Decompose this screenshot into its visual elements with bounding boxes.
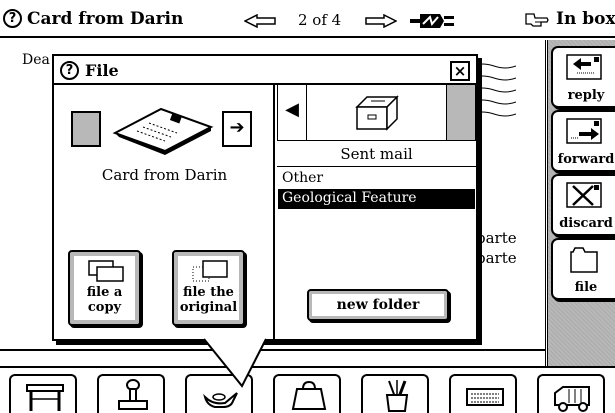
forward-button[interactable]: forward [551,110,615,172]
new-folder-button[interactable]: new folder [307,289,449,321]
dock-keyboard[interactable] [449,374,517,413]
tool-cup-icon [385,380,409,412]
keyboard-icon [466,388,504,406]
file-a-copy-button[interactable]: file a copy [68,250,141,326]
dialog-pointer [203,338,267,388]
copy-cards-icon [88,260,124,282]
page-counter: 2 of 4 [298,11,342,29]
item-pane: ➔ Card from Darin file a copy file the o… [54,85,275,339]
dock-truck[interactable] [537,374,605,413]
next-card-icon[interactable] [365,14,397,28]
dock-tools[interactable] [361,374,429,413]
title-bar: ? Card from Darin 2 of 4 In box [0,0,615,38]
item-prev-button[interactable] [71,111,101,147]
folder-item-other[interactable]: Other [278,169,475,189]
folder-header: ◀ [277,85,476,141]
dock-stamp[interactable] [97,374,165,413]
postcard-icon [112,107,214,155]
letter-body-line: parte [476,229,517,247]
discard-envelope-icon [566,182,602,208]
folder-icon [570,247,598,273]
pointing-hand-icon [525,13,549,27]
previous-card-icon[interactable] [244,14,276,28]
forward-label: forward [557,152,615,167]
file-dialog: ? File × ➔ Card from Darin file a copy f… [52,54,478,341]
dock-desk[interactable] [9,374,77,413]
purse-icon [291,380,327,410]
file-cabinet-icon [355,95,399,131]
rubber-stamp-icon [118,379,148,410]
desk-icon [26,384,64,411]
file-a-copy-label: file a copy [86,285,123,315]
help-icon[interactable]: ? [3,9,22,28]
file-label: file [574,280,598,295]
letter-body-line: parte [476,249,517,267]
current-folder-label: Sent mail [277,142,476,167]
file-button[interactable]: file [551,238,615,300]
folder-prev-button[interactable]: ◀ [277,85,307,141]
letter-greeting: Dea [22,52,50,68]
item-next-button[interactable]: ➔ [222,111,252,147]
file-the-original-button[interactable]: file the original [172,250,245,326]
reply-label: reply [567,88,605,103]
delivery-truck-icon [554,386,590,412]
item-caption: Card from Darin [101,166,228,184]
discard-label: discard [559,216,613,231]
discard-button[interactable]: discard [551,174,615,236]
folder-item-geological-feature[interactable]: Geological Feature [278,189,475,209]
forward-envelope-icon [566,118,602,144]
reply-button[interactable]: reply [551,46,615,108]
dialog-help-icon[interactable]: ? [60,61,79,80]
card-title: Card from Darin [27,9,184,29]
file-the-original-label: file the original [179,285,238,315]
action-sidebar: reply forward discard file [547,40,615,366]
dialog-title-bar: ? File × [54,56,476,85]
close-button[interactable]: × [450,61,470,81]
bottom-dock [0,366,615,413]
plug-icon[interactable] [410,12,456,30]
location-label: In box [556,9,615,29]
dock-bag[interactable] [273,374,341,413]
original-card-icon [192,260,228,282]
folder-next-button[interactable] [446,85,476,141]
reply-envelope-icon [566,54,602,80]
dialog-title: File [85,61,119,80]
folder-pane: ◀ Sent mail Other Geological Feature new… [277,85,476,339]
